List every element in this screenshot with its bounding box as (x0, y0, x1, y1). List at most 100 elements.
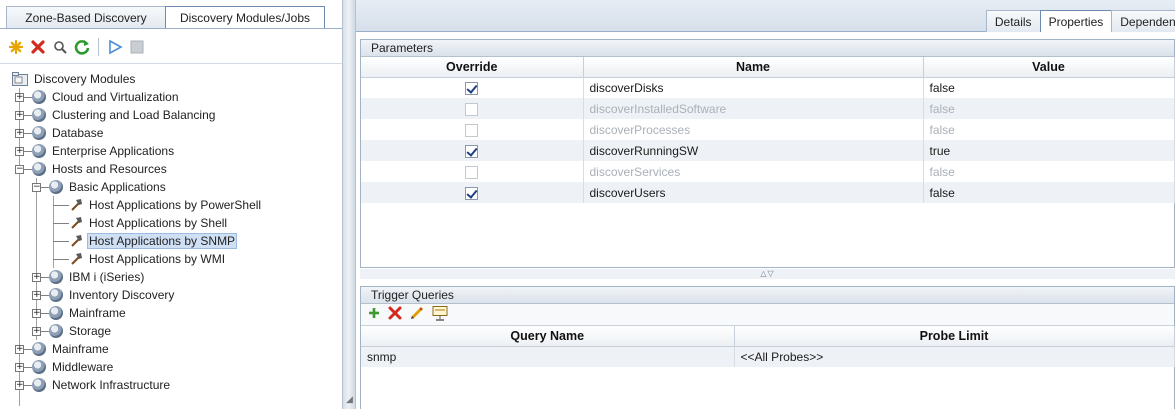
right-tab-strip: Details Properties Dependencies (985, 10, 1175, 32)
table-header-row: Query Name Probe Limit (361, 326, 1175, 347)
table-row[interactable]: discoverProcesses false (361, 119, 1175, 140)
category-icon (32, 360, 46, 374)
left-pane: Zone-Based Discovery Discovery Modules/J… (0, 0, 342, 409)
probe-limit-cell[interactable]: <<All Probes>> (734, 346, 1175, 367)
tab-discovery-modules-jobs[interactable]: Discovery Modules/Jobs (165, 6, 325, 28)
edit-icon[interactable] (409, 305, 425, 324)
preview-icon[interactable] (431, 305, 449, 324)
tree-item-inventory-discovery[interactable]: + Inventory Discovery (32, 286, 176, 304)
tree-item-hosts-and-resources[interactable]: − Hosts and Resources (15, 160, 169, 178)
column-header-value[interactable]: Value (923, 57, 1175, 78)
expand-icon[interactable]: + (15, 92, 24, 102)
param-value[interactable]: false (923, 161, 1175, 182)
tab-zone-based-discovery[interactable]: Zone-Based Discovery (6, 6, 166, 28)
override-checkbox[interactable] (465, 186, 479, 200)
column-header-name[interactable]: Name (583, 57, 924, 78)
param-value[interactable]: false (923, 77, 1175, 98)
table-row[interactable]: discoverUsers false (361, 182, 1175, 203)
left-toolbar (6, 36, 147, 58)
override-cell (361, 161, 584, 182)
column-header-override[interactable]: Override (361, 57, 584, 78)
tab-details[interactable]: Details (985, 10, 1041, 32)
param-name: discoverDisks (583, 77, 924, 98)
tree-item-enterprise-applications[interactable]: + Enterprise Applications (15, 142, 176, 160)
expand-icon[interactable]: + (32, 290, 41, 300)
tree-item-network-infrastructure[interactable]: + Network Infrastructure (15, 376, 172, 394)
tree-label: Enterprise Applications (52, 144, 175, 158)
override-checkbox[interactable] (465, 165, 479, 179)
collapse-icon[interactable]: − (32, 182, 41, 192)
table-row[interactable]: snmp <<All Probes>> (361, 346, 1175, 367)
table-row[interactable]: discoverRunningSW true (361, 140, 1175, 161)
expand-icon[interactable]: + (15, 146, 24, 156)
tab-dependencies[interactable]: Dependencies (1111, 10, 1175, 32)
tree-item-module-snmp[interactable]: Host Applications by SNMP (53, 232, 238, 250)
right-pane: Details Properties Dependencies Paramete… (356, 0, 1175, 409)
override-checkbox[interactable] (465, 102, 479, 116)
add-icon[interactable] (367, 306, 381, 323)
tree-label: Network Infrastructure (52, 378, 171, 392)
refresh-icon[interactable] (72, 37, 92, 57)
expand-icon[interactable]: + (32, 326, 41, 336)
trigger-queries-panel: Trigger Queries Query Name Probe Limit s… (360, 286, 1175, 409)
param-value[interactable]: false (923, 119, 1175, 140)
table-row[interactable]: discoverInstalledSoftware false (361, 98, 1175, 119)
tree-root[interactable]: Discovery Modules (12, 70, 137, 88)
remove-icon[interactable] (387, 305, 403, 324)
tree-item-basic-applications[interactable]: − Basic Applications (32, 178, 168, 196)
expand-icon[interactable]: + (15, 362, 24, 372)
override-checkbox[interactable] (465, 144, 479, 158)
tree-item-database[interactable]: + Database (15, 124, 105, 142)
table-row[interactable]: discoverDisks false (361, 77, 1175, 98)
expand-icon[interactable]: + (15, 344, 24, 354)
stop-icon[interactable] (127, 37, 147, 57)
tree-item-module-wmi[interactable]: Host Applications by WMI (53, 250, 227, 268)
category-icon (32, 144, 46, 158)
override-checkbox[interactable] (465, 123, 479, 137)
tree-item-module-powershell[interactable]: Host Applications by PowerShell (53, 196, 263, 214)
expand-icon[interactable]: + (15, 380, 24, 390)
param-value[interactable]: true (923, 140, 1175, 161)
tree-item-mainframe[interactable]: + Mainframe (15, 340, 111, 358)
hammer-icon (69, 252, 83, 266)
hammer-icon (69, 198, 83, 212)
tree-item-storage[interactable]: + Storage (32, 322, 113, 340)
delete-icon[interactable] (28, 37, 48, 57)
tree-item-ibm-i[interactable]: + IBM i (iSeries) (32, 268, 146, 286)
tab-properties[interactable]: Properties (1039, 10, 1113, 32)
tree-item-mainframe-sub[interactable]: + Mainframe (32, 304, 128, 322)
new-icon[interactable] (6, 37, 26, 57)
tree-label: Mainframe (69, 306, 126, 320)
trigger-queries-header: Trigger Queries (361, 287, 1174, 304)
parameters-header: Parameters (361, 40, 1174, 57)
expand-icon[interactable]: + (15, 110, 24, 120)
tree-label: Clustering and Load Balancing (52, 108, 216, 122)
category-icon (32, 126, 46, 140)
category-icon (49, 270, 63, 284)
table-row[interactable]: discoverServices false (361, 161, 1175, 182)
expand-icon[interactable]: + (15, 128, 24, 138)
expand-icon[interactable]: + (32, 308, 41, 318)
tree-item-cloud-and-virtualization[interactable]: + Cloud and Virtualization (15, 88, 181, 106)
tree-label: Inventory Discovery (69, 288, 175, 302)
tree-item-middleware[interactable]: + Middleware (15, 358, 115, 376)
column-header-query-name[interactable]: Query Name (361, 326, 735, 347)
category-icon (49, 324, 63, 338)
tree-label: Storage (69, 324, 112, 338)
vertical-splitter[interactable]: △▽ (360, 269, 1175, 279)
param-name: discoverUsers (583, 182, 924, 203)
tree-item-clustering[interactable]: + Clustering and Load Balancing (15, 106, 217, 124)
find-icon[interactable] (50, 37, 70, 57)
tree-item-module-shell[interactable]: Host Applications by Shell (53, 214, 229, 232)
pane-splitter[interactable]: ◢ (342, 0, 356, 409)
param-value[interactable]: false (923, 98, 1175, 119)
override-checkbox[interactable] (465, 81, 479, 95)
collapse-icon[interactable]: − (15, 164, 24, 174)
run-icon[interactable] (105, 37, 125, 57)
tree-label-selected: Host Applications by SNMP (87, 233, 238, 249)
trigger-queries-toolbar (361, 304, 1174, 326)
column-header-probe-limit[interactable]: Probe Limit (734, 326, 1175, 347)
param-value[interactable]: false (923, 182, 1175, 203)
expand-icon[interactable]: + (32, 272, 41, 282)
tree-label: IBM i (iSeries) (69, 270, 145, 284)
